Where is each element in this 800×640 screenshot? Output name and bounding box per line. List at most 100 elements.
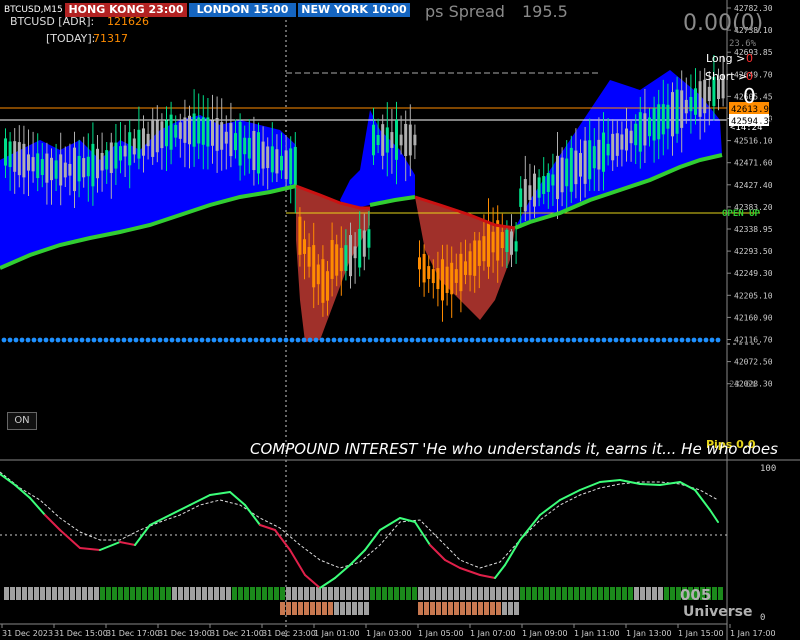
support-dot bbox=[523, 337, 529, 343]
candle-body bbox=[390, 132, 394, 148]
position-count: 0 bbox=[743, 84, 756, 108]
brand-number: 005 bbox=[680, 586, 711, 604]
today-label: [TODAY]: bbox=[46, 32, 95, 45]
support-dot bbox=[367, 337, 373, 343]
histogram-bar-top bbox=[508, 587, 513, 600]
oscillator-window[interactable]: 100 0 005 Universe bbox=[0, 464, 776, 623]
candle-body bbox=[523, 179, 527, 212]
support-dot bbox=[307, 337, 313, 343]
histogram-bar-top bbox=[214, 587, 219, 600]
histogram-bar-top bbox=[40, 587, 45, 600]
support-dot bbox=[559, 337, 565, 343]
histogram-bar-top bbox=[400, 587, 405, 600]
price-tick-label: 42338.95 bbox=[734, 225, 773, 234]
time-tick-label: 1 Jan 01:00 bbox=[314, 629, 360, 638]
candle-body bbox=[247, 137, 251, 159]
candle-body bbox=[707, 86, 711, 102]
histogram-bars bbox=[4, 587, 723, 615]
blue-dot-support-line bbox=[1, 337, 721, 343]
histogram-bar-bottom bbox=[442, 602, 447, 615]
oscillator-segment bbox=[459, 567, 481, 576]
histogram-bar-top bbox=[22, 587, 27, 600]
support-dot bbox=[211, 337, 217, 343]
histogram-bar-bottom bbox=[448, 602, 453, 615]
support-dot bbox=[577, 337, 583, 343]
support-dot bbox=[193, 337, 199, 343]
histogram-bar-top bbox=[88, 587, 93, 600]
candle-body bbox=[165, 120, 168, 147]
histogram-bar-top bbox=[136, 587, 141, 600]
candle-body bbox=[307, 247, 311, 267]
candle-body bbox=[560, 157, 564, 193]
histogram-bar-top bbox=[646, 587, 651, 600]
histogram-bar-top bbox=[454, 587, 459, 600]
oscillator-segment bbox=[579, 481, 601, 491]
histogram-bar-top bbox=[178, 587, 183, 600]
candle-body bbox=[234, 133, 237, 151]
candle-body bbox=[491, 231, 495, 253]
osc-axis-bottom: 0 bbox=[760, 613, 765, 623]
histogram-bar-top bbox=[466, 587, 471, 600]
histogram-bar-top bbox=[64, 587, 69, 600]
candle-body bbox=[376, 134, 380, 146]
candle-body bbox=[326, 271, 329, 301]
support-dot bbox=[121, 337, 127, 343]
support-dot bbox=[619, 337, 625, 343]
histogram-bar-bottom bbox=[286, 602, 291, 615]
candle-body bbox=[454, 269, 458, 283]
histogram-bar-top bbox=[658, 587, 663, 600]
support-dot bbox=[679, 337, 685, 343]
candle-body bbox=[477, 240, 481, 266]
candle-body bbox=[192, 113, 196, 147]
osc-axis-top: 100 bbox=[760, 464, 776, 474]
support-dot bbox=[649, 337, 655, 343]
histogram-bar-top bbox=[712, 587, 717, 600]
support-dot bbox=[481, 337, 487, 343]
support-dot bbox=[607, 337, 613, 343]
candle-body bbox=[514, 241, 518, 252]
long-label: Long > bbox=[706, 52, 745, 65]
candle-body bbox=[381, 124, 385, 156]
histogram-bar-top bbox=[448, 587, 453, 600]
candle-body bbox=[316, 264, 320, 285]
histogram-bar-top bbox=[586, 587, 591, 600]
histogram-bar-top bbox=[460, 587, 465, 600]
candle-body bbox=[625, 128, 628, 151]
support-dot bbox=[451, 337, 457, 343]
price-chart-plot[interactable] bbox=[0, 20, 760, 640]
histogram-bar-top bbox=[538, 587, 543, 600]
histogram-bar-bottom bbox=[490, 602, 495, 615]
histogram-bar-top bbox=[142, 587, 147, 600]
support-dot bbox=[85, 337, 91, 343]
histogram-bar-top bbox=[190, 587, 195, 600]
candle-body bbox=[284, 150, 288, 180]
candle-countdown: <14:24 bbox=[730, 123, 763, 133]
candle-body bbox=[652, 108, 656, 141]
on-toggle-button[interactable]: ON bbox=[7, 412, 37, 430]
histogram-bar-top bbox=[172, 587, 177, 600]
histogram-bar-top bbox=[286, 587, 291, 600]
candle-body bbox=[109, 142, 113, 173]
candle-body bbox=[312, 245, 316, 288]
histogram-bar-top bbox=[442, 587, 447, 600]
support-dot bbox=[13, 337, 19, 343]
candle-body bbox=[188, 115, 191, 145]
histogram-bar-top bbox=[382, 587, 387, 600]
symbol-label: BTCUSD,M15 bbox=[4, 5, 63, 15]
candle-body bbox=[422, 253, 426, 283]
support-dot bbox=[361, 337, 367, 343]
candle-body bbox=[648, 117, 651, 137]
support-dot bbox=[43, 337, 49, 343]
time-axis[interactable]: 31 Dec 2023 31 Dec 15:0031 Dec 17:0031 De… bbox=[1, 624, 776, 638]
candle-body bbox=[408, 124, 412, 156]
histogram-bar-top bbox=[406, 587, 411, 600]
histogram-bar-top bbox=[304, 587, 309, 600]
histogram-bar-bottom bbox=[334, 602, 339, 615]
candle-body bbox=[643, 113, 647, 146]
candle-body bbox=[321, 259, 325, 303]
chart-window[interactable]: 42782.3042738.1042693.8542649.7042605.45… bbox=[0, 0, 800, 640]
candle-body bbox=[183, 117, 187, 143]
support-dot bbox=[547, 337, 553, 343]
histogram-bar-top bbox=[568, 587, 573, 600]
support-dot bbox=[595, 337, 601, 343]
